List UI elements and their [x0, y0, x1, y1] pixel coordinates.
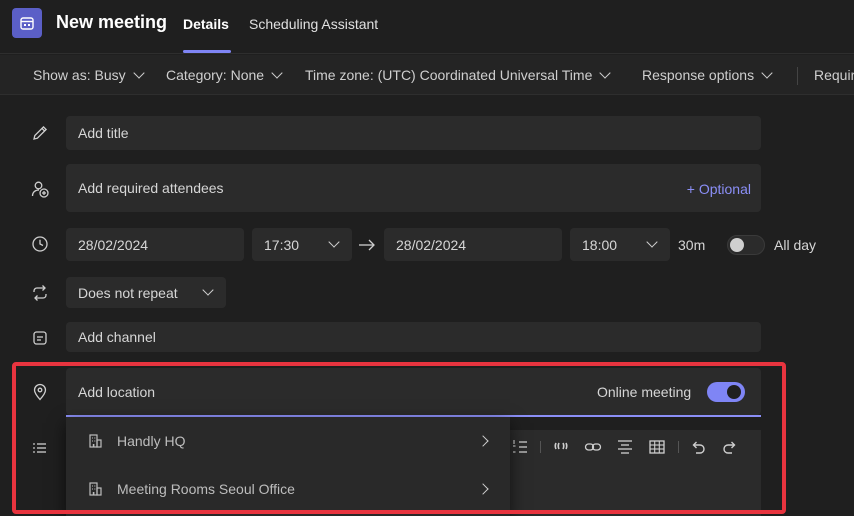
- chevron-down-icon: [761, 66, 773, 79]
- align-center-icon[interactable]: [615, 437, 635, 457]
- start-time-value: 17:30: [264, 236, 300, 253]
- description-list-icon: [33, 443, 46, 453]
- channel-input[interactable]: Add channel: [66, 322, 761, 352]
- category-label: Category: None: [166, 67, 265, 83]
- title-bar: New meeting Details Scheduling Assistant: [0, 0, 854, 54]
- category-dropdown[interactable]: Category: None: [166, 66, 283, 83]
- toggle-knob: [730, 238, 744, 252]
- chevron-down-icon: [328, 236, 340, 248]
- title-input[interactable]: Add title: [66, 116, 761, 150]
- online-meeting-label: Online meeting: [597, 384, 692, 400]
- channel-placeholder: Add channel: [78, 329, 156, 345]
- toggle-knob: [727, 385, 741, 399]
- location-suggestion-label: Meeting Rooms Seoul Office: [117, 481, 295, 497]
- attendees-input[interactable]: Add required attendees + Optional: [66, 164, 761, 212]
- chevron-right-icon: [477, 435, 489, 447]
- repeat-value: Does not repeat: [78, 284, 178, 301]
- calendar-app-icon: [12, 8, 42, 38]
- chevron-right-icon: [477, 483, 489, 495]
- repeat-select[interactable]: Does not repeat: [66, 277, 226, 308]
- show-as-dropdown[interactable]: Show as: Busy: [33, 66, 145, 83]
- response-options-label: Response options: [642, 67, 755, 83]
- time-zone-dropdown[interactable]: Time zone: (UTC) Coordinated Universal T…: [305, 66, 612, 83]
- pencil-icon: [33, 125, 48, 140]
- redo-icon[interactable]: [720, 437, 740, 457]
- require-options-button[interactable]: Requir: [814, 67, 854, 83]
- page-title: New meeting: [56, 12, 168, 32]
- clock-icon: [32, 236, 48, 252]
- end-date-value: 28/02/2024: [396, 236, 467, 253]
- chevron-down-icon: [599, 66, 612, 79]
- add-person-icon: [31, 181, 49, 198]
- arrow-right-icon: [359, 239, 375, 251]
- show-as-label: Show as: Busy: [33, 67, 126, 83]
- active-tab-indicator: [183, 50, 231, 53]
- tab-scheduling-assistant[interactable]: Scheduling Assistant: [249, 16, 378, 32]
- location-suggestion-label: Handly HQ: [117, 433, 186, 449]
- chevron-down-icon: [202, 284, 214, 296]
- duration-label: 30m: [678, 237, 706, 253]
- meeting-options-toolbar: Show as: Busy Category: None Time zone: …: [0, 55, 854, 95]
- attendees-placeholder: Add required attendees: [78, 180, 224, 196]
- chevron-down-icon: [646, 236, 658, 248]
- end-time-select[interactable]: 18:00: [570, 228, 670, 261]
- undo-icon[interactable]: [688, 437, 708, 457]
- building-icon: [89, 482, 102, 496]
- tab-details[interactable]: Details: [183, 16, 229, 32]
- location-suggestions-dropdown: Handly HQ Meeting Rooms Seoul Office: [66, 417, 510, 516]
- repeat-icon: [33, 285, 47, 301]
- end-date-input[interactable]: 28/02/2024: [384, 228, 562, 261]
- location-placeholder: Add location: [78, 383, 156, 400]
- chevron-down-icon: [271, 66, 283, 79]
- all-day-toggle[interactable]: [727, 235, 765, 255]
- format-divider: [678, 441, 679, 453]
- all-day-label: All day: [774, 237, 817, 253]
- online-meeting-toggle[interactable]: [707, 382, 745, 402]
- chevron-down-icon: [132, 66, 145, 79]
- numbered-list-icon[interactable]: [510, 437, 530, 457]
- title-placeholder: Add title: [78, 125, 129, 141]
- toolbar-divider: [797, 67, 798, 85]
- end-time-value: 18:00: [582, 236, 618, 253]
- optional-attendees-link[interactable]: + Optional: [687, 181, 751, 197]
- location-suggestion-handly-hq[interactable]: Handly HQ: [66, 417, 510, 465]
- channel-icon: [33, 331, 47, 345]
- location-suggestion-meeting-rooms-seoul-office[interactable]: Meeting Rooms Seoul Office: [66, 465, 510, 513]
- require-label: Requir: [814, 67, 854, 83]
- start-time-select[interactable]: 17:30: [252, 228, 352, 261]
- start-date-input[interactable]: 28/02/2024: [66, 228, 244, 261]
- location-pin-icon: [33, 383, 47, 401]
- quote-icon[interactable]: [551, 437, 571, 457]
- table-icon[interactable]: [647, 437, 667, 457]
- link-icon[interactable]: [583, 437, 603, 457]
- building-icon: [89, 434, 102, 448]
- start-date-value: 28/02/2024: [78, 236, 149, 253]
- response-options-dropdown[interactable]: Response options: [642, 66, 773, 83]
- format-divider: [540, 441, 541, 453]
- time-zone-label: Time zone: (UTC) Coordinated Universal T…: [305, 67, 593, 83]
